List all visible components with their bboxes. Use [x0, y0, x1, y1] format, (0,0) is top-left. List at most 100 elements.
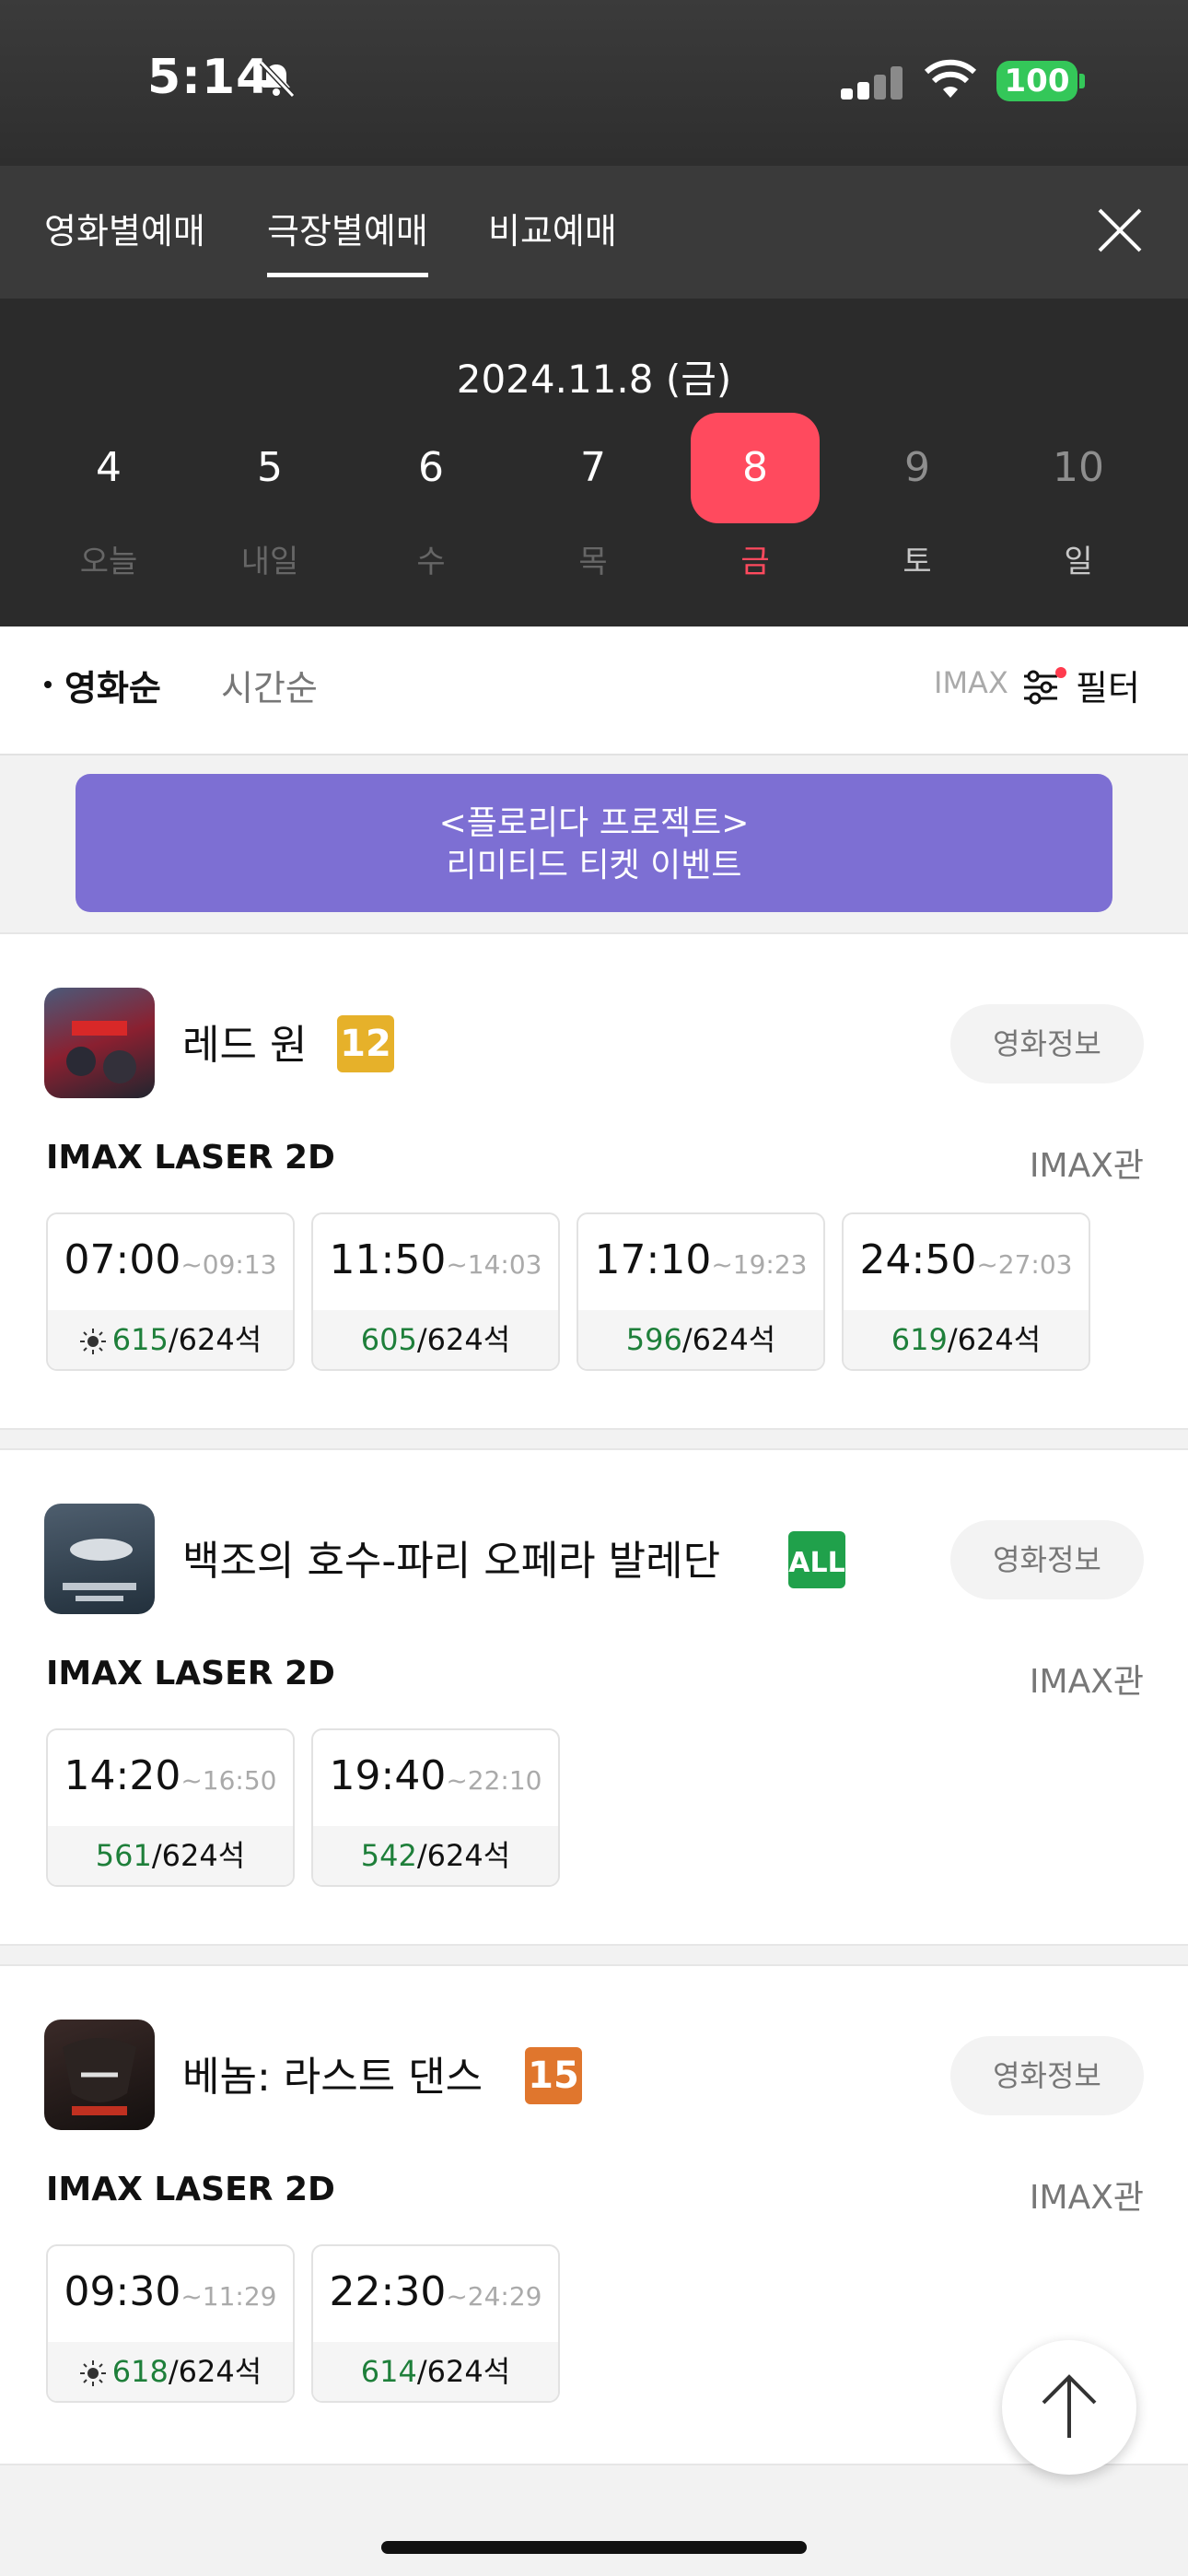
available-seats: 614	[360, 2354, 417, 2389]
available-seats: 615	[111, 1322, 169, 1357]
end-time: ~14:03	[446, 1249, 542, 1280]
available-seats: 605	[360, 1322, 417, 1357]
tab-compare[interactable]: 비교예매	[488, 203, 617, 253]
total-seats: /624석	[168, 1322, 262, 1357]
movie-info-button[interactable]: 영화정보	[950, 2036, 1144, 2115]
home-indicator	[381, 2541, 807, 2554]
promo-banner[interactable]: <플로리다 프로젝트> 리미티드 티켓 이벤트	[76, 774, 1112, 912]
date-item-6[interactable]: 6 수	[367, 413, 495, 581]
imax-filter-chip[interactable]: IMAX	[934, 665, 1008, 700]
date-number: 6	[418, 444, 444, 491]
poster-art	[63, 1539, 136, 1601]
age-rating-text: ALL	[788, 1547, 845, 1579]
screen-format: IMAX LASER 2D	[46, 2171, 335, 2208]
date-label: 내일	[240, 544, 299, 580]
date-item-4[interactable]: 4 오늘	[44, 413, 173, 581]
age-rating-badge: ALL	[788, 1531, 845, 1588]
date-item-8-selected[interactable]: 8 금	[691, 413, 820, 581]
showtime-slot[interactable]: 17:10~19:23 596/624석	[577, 1212, 825, 1371]
start-time: 17:10	[594, 1236, 712, 1283]
date-number: 8	[691, 413, 820, 523]
header: 5:14 100 영화별예매 극장별예매 비교예매 2024.11.8 (금)	[0, 0, 1188, 626]
total-seats: /624석	[168, 2354, 262, 2389]
sort-by-movie[interactable]: 영화순	[64, 660, 161, 710]
showtime-slot[interactable]: 07:00~09:13 615/624석	[46, 1212, 295, 1371]
available-seats: 618	[111, 2354, 169, 2389]
available-seats: 561	[95, 1838, 152, 1873]
total-seats: /624석	[416, 1838, 511, 1873]
tab-by-movie[interactable]: 영화별예매	[44, 203, 205, 253]
available-seats: 596	[625, 1322, 682, 1357]
movie-poster[interactable]	[44, 2020, 155, 2130]
start-time: 07:00	[64, 1236, 181, 1283]
showtime-slot[interactable]: 09:30~11:29 618/624석	[46, 2244, 295, 2403]
total-seats: /624석	[681, 1322, 776, 1357]
sort-active-dot	[44, 681, 52, 688]
movie-title: 레드 원	[182, 1022, 308, 1069]
date-item-10[interactable]: 10 일	[1014, 413, 1143, 581]
poster-art	[66, 1021, 136, 1083]
showtime-slot[interactable]: 22:30~24:29 614/624석	[311, 2244, 560, 2403]
start-time: 11:50	[329, 1236, 447, 1283]
date-number: 9	[904, 444, 930, 491]
date-item-7[interactable]: 7 목	[529, 413, 658, 581]
filter-sliders-icon[interactable]	[1020, 667, 1066, 708]
booking-tabs: 영화별예매 극장별예매 비교예매	[0, 166, 1188, 299]
movie-poster[interactable]	[44, 988, 155, 1098]
showtime-slot[interactable]: 14:20~16:50 561/624석	[46, 1728, 295, 1887]
wifi-icon	[925, 59, 976, 98]
hall-name: IMAX관	[1029, 1663, 1144, 1701]
start-time: 19:40	[329, 1752, 447, 1799]
end-time: ~16:50	[181, 1765, 277, 1796]
date-item-9[interactable]: 9 토	[853, 413, 982, 581]
tab-by-theater[interactable]: 극장별예매	[267, 203, 428, 277]
movie-card: 레드 원 12 영화정보 IMAX LASER 2D IMAX관 07:00~0…	[0, 932, 1188, 1430]
close-icon[interactable]	[1092, 203, 1147, 258]
cellular-signal-icon	[841, 66, 905, 100]
banner-line1: <플로리다 프로젝트>	[438, 804, 750, 842]
showtime-slot[interactable]: 24:50~27:03 619/624석	[842, 1212, 1090, 1371]
battery-tip	[1079, 74, 1085, 88]
sort-by-time[interactable]: 시간순	[221, 660, 318, 710]
hall-name: IMAX관	[1029, 2179, 1144, 2217]
sort-bar	[0, 626, 1188, 755]
age-rating-badge: 12	[337, 1015, 394, 1072]
end-time: ~09:13	[181, 1249, 277, 1280]
date-label: 수	[416, 544, 446, 580]
date-label: 금	[740, 544, 770, 580]
age-rating-text: 12	[340, 1023, 391, 1065]
poster-art	[63, 2038, 136, 2115]
end-time: ~27:03	[976, 1249, 1073, 1280]
date-number: 5	[257, 444, 283, 491]
filter-button[interactable]: 필터	[1076, 660, 1140, 710]
movie-info-button[interactable]: 영화정보	[950, 1004, 1144, 1083]
end-time: ~11:29	[181, 2281, 277, 2312]
scroll-to-top-button[interactable]	[1002, 2340, 1136, 2475]
total-seats: /624석	[947, 1322, 1042, 1357]
movie-card: 백조의 호수-파리 오페라 발레단 ALL 영화정보 IMAX LASER 2D…	[0, 1448, 1188, 1946]
date-number: 7	[580, 444, 606, 491]
screen-format: IMAX LASER 2D	[46, 1655, 335, 1692]
selected-date-title: 2024.11.8 (금)	[456, 357, 732, 402]
movie-poster[interactable]	[44, 1504, 155, 1614]
movie-info-button[interactable]: 영화정보	[950, 1520, 1144, 1599]
battery-indicator: 100	[996, 61, 1077, 101]
total-seats: /624석	[416, 2354, 511, 2389]
start-time: 14:20	[64, 1752, 181, 1799]
available-seats: 619	[891, 1322, 948, 1357]
hall-name: IMAX관	[1029, 1147, 1144, 1185]
start-time: 24:50	[859, 1236, 977, 1283]
screen-format: IMAX LASER 2D	[46, 1139, 335, 1177]
movie-title: 베놈: 라스트 댄스	[182, 2054, 483, 2101]
end-time: ~24:29	[446, 2281, 542, 2312]
start-time: 09:30	[64, 2268, 181, 2315]
date-item-5[interactable]: 5 내일	[205, 413, 334, 581]
arrow-up-icon	[1042, 2374, 1097, 2438]
showtime-slot[interactable]: 19:40~22:10 542/624석	[311, 1728, 560, 1887]
morning-sun-icon	[79, 2360, 106, 2386]
status-bar: 5:14 100	[0, 0, 1188, 166]
date-number: 4	[96, 444, 122, 491]
start-time: 22:30	[329, 2268, 447, 2315]
showtime-slot[interactable]: 11:50~14:03 605/624석	[311, 1212, 560, 1371]
date-label: 목	[578, 544, 608, 580]
